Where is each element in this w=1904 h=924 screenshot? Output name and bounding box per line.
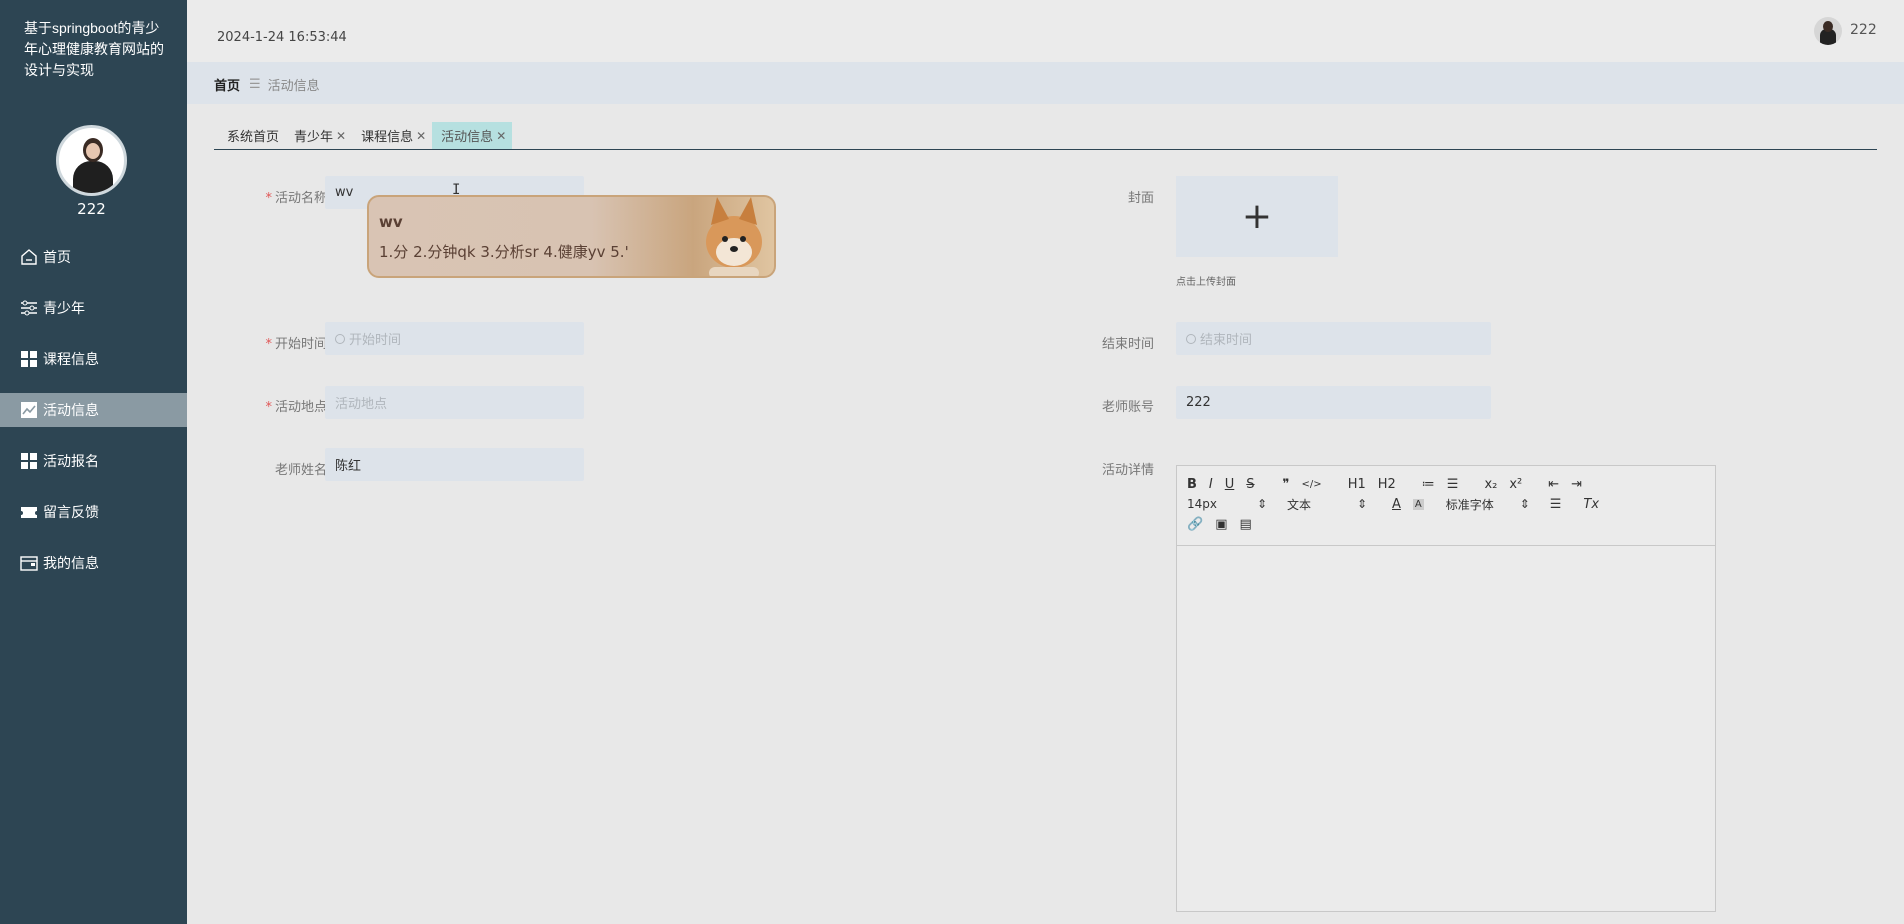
teacher-account-input[interactable]: 222 xyxy=(1176,386,1491,419)
align-icon[interactable]: ☰ xyxy=(1550,497,1562,512)
cover-upload-hint: 点击上传封面 xyxy=(1176,277,1236,288)
font-size-select[interactable]: 14px ⇕ xyxy=(1187,497,1267,511)
clock-icon xyxy=(335,333,345,344)
ime-typed-text: wv xyxy=(379,213,403,231)
close-icon[interactable]: ✕ xyxy=(496,129,506,143)
teacher-name-input[interactable]: 陈红 xyxy=(325,448,584,481)
home-icon xyxy=(20,248,38,266)
sidebar-item-home[interactable]: 首页 xyxy=(0,240,187,274)
sort-icon: ⇕ xyxy=(1256,497,1267,511)
grid-icon xyxy=(20,452,38,470)
teacher-account-label: 老师账号 xyxy=(1101,400,1154,415)
end-time-label: 结束时间 xyxy=(1101,337,1154,352)
background-color-button[interactable]: A xyxy=(1412,498,1424,510)
tab-activities[interactable]: 活动信息 ✕ xyxy=(432,122,513,149)
activity-name-label: * 活动名称 xyxy=(265,191,327,206)
strike-button[interactable]: S xyxy=(1246,477,1254,492)
sidebar-item-signup[interactable]: 活动报名 xyxy=(0,444,187,478)
sidebar-item-label: 青少年 xyxy=(43,301,85,317)
bullet-list-button[interactable]: ☰ xyxy=(1447,477,1459,492)
font-color-button[interactable]: A xyxy=(1392,497,1401,512)
subscript-button[interactable]: x₂ xyxy=(1484,477,1497,492)
font-family-select[interactable]: 标准字体 ⇕ xyxy=(1446,496,1530,513)
superscript-button[interactable]: x² xyxy=(1509,477,1522,492)
editor-content-area[interactable] xyxy=(1177,546,1715,911)
main-area: 2024-1-24 16:53:44 222 首页 ☰ 活动信息 系统首页 青少… xyxy=(187,0,1904,924)
shiba-dog-icon xyxy=(706,197,762,276)
cover-upload-button[interactable]: + xyxy=(1176,176,1338,257)
rich-text-editor: B I U S ❞ </> H1 H2 ≔ ☰ x₂ x² ⇤ ⇥ 14px⇕ xyxy=(1176,465,1716,912)
breadcrumb: 首页 ☰ 活动信息 xyxy=(214,75,320,94)
user-avatar[interactable] xyxy=(1814,17,1842,45)
plus-icon: + xyxy=(1241,195,1273,237)
wallet-icon xyxy=(20,554,38,572)
header-username[interactable]: 222 xyxy=(1850,22,1877,38)
clear-format-icon[interactable]: Tx xyxy=(1583,497,1599,512)
breadcrumb-separator-icon: ☰ xyxy=(249,77,261,92)
blockquote-button[interactable]: ❞ xyxy=(1283,477,1290,492)
sidebar-item-label: 我的信息 xyxy=(43,556,99,572)
close-icon[interactable]: ✕ xyxy=(416,129,426,143)
h1-button[interactable]: H1 xyxy=(1348,477,1366,492)
sidebar-item-feedback[interactable]: 留言反馈 xyxy=(0,495,187,529)
tab-youth[interactable]: 青少年 ✕ xyxy=(285,122,352,149)
site-title: 基于springboot的青少年心理健康教育网站的设计与实现 xyxy=(24,20,164,78)
tab-courses[interactable]: 课程信息 ✕ xyxy=(352,122,432,149)
video-icon[interactable]: ▤ xyxy=(1239,517,1251,532)
h2-button[interactable]: H2 xyxy=(1378,477,1396,492)
sidebar-item-label: 活动信息 xyxy=(43,403,99,419)
sidebar-item-profile[interactable]: 我的信息 xyxy=(0,546,187,580)
sliders-icon xyxy=(20,299,38,317)
ime-candidate-popup: wv 1.分 2.分钟qk 3.分析sr 4.健康yv 5.' xyxy=(367,195,776,278)
breadcrumb-home[interactable]: 首页 xyxy=(214,75,240,94)
start-time-label: * 开始时间 xyxy=(265,337,327,352)
clock-icon xyxy=(1186,333,1196,344)
content-card: 系统首页 青少年 ✕ 课程信息 ✕ 活动信息 ✕ * 活动名称 wv I * 开始时间 开… xyxy=(214,106,1877,924)
sidebar: 基于springboot的青少年心理健康教育网站的设计与实现 222 首页 青少… xyxy=(0,0,187,924)
sidebar-item-activities[interactable]: 活动信息 xyxy=(0,393,187,427)
sidebar-item-youth[interactable]: 青少年 xyxy=(0,291,187,325)
sidebar-item-label: 活动报名 xyxy=(43,454,99,470)
sidebar-item-label: 课程信息 xyxy=(43,352,99,368)
sidebar-item-label: 留言反馈 xyxy=(43,505,99,521)
close-icon[interactable]: ✕ xyxy=(336,129,346,143)
cover-label: 封面 xyxy=(1127,191,1154,206)
chart-icon xyxy=(20,401,38,419)
breadcrumb-current: 活动信息 xyxy=(267,79,320,94)
datetime-display: 2024-1-24 16:53:44 xyxy=(217,30,347,45)
place-label: * 活动地点 xyxy=(265,400,327,415)
link-icon[interactable]: 🔗 xyxy=(1187,517,1203,532)
sidebar-nav: 首页 青少年 课程信息 活动信息 活动报名 留言反馈 我的信息 xyxy=(0,240,187,597)
start-time-input[interactable]: 开始时间 xyxy=(325,322,584,355)
ordered-list-button[interactable]: ≔ xyxy=(1422,477,1435,492)
place-input[interactable]: 活动地点 xyxy=(325,386,584,419)
sidebar-avatar[interactable] xyxy=(56,125,127,196)
tab-bar: 系统首页 青少年 ✕ 课程信息 ✕ 活动信息 ✕ xyxy=(214,122,1877,150)
grid-icon xyxy=(20,350,38,368)
top-bar: 2024-1-24 16:53:44 222 xyxy=(187,0,1904,62)
ticket-icon xyxy=(20,503,38,521)
bold-button[interactable]: B xyxy=(1187,477,1197,492)
sidebar-item-courses[interactable]: 课程信息 xyxy=(0,342,187,376)
sidebar-username: 222 xyxy=(77,200,106,218)
sidebar-item-label: 首页 xyxy=(43,250,71,266)
ime-candidates[interactable]: 1.分 2.分钟qk 3.分析sr 4.健康yv 5.' xyxy=(379,241,629,262)
underline-button[interactable]: U xyxy=(1225,477,1235,492)
image-icon[interactable]: ▣ xyxy=(1215,517,1227,532)
teacher-name-label: 老师姓名 xyxy=(274,463,327,478)
editor-toolbar: B I U S ❞ </> H1 H2 ≔ ☰ x₂ x² ⇤ ⇥ 14px⇕ xyxy=(1177,466,1715,546)
end-time-input[interactable]: 结束时间 xyxy=(1176,322,1491,355)
italic-button[interactable]: I xyxy=(1209,477,1213,492)
tab-system-home[interactable]: 系统首页 xyxy=(218,122,285,149)
sort-icon: ⇕ xyxy=(1356,497,1367,511)
indent-button[interactable]: ⇥ xyxy=(1571,477,1582,492)
paragraph-select[interactable]: 文本 ⇕ xyxy=(1287,496,1367,513)
outdent-button[interactable]: ⇤ xyxy=(1548,477,1559,492)
sort-icon: ⇕ xyxy=(1519,497,1530,511)
code-block-button[interactable]: </> xyxy=(1302,479,1322,490)
detail-label: 活动详情 xyxy=(1101,463,1154,478)
breadcrumb-bar: 首页 ☰ 活动信息 xyxy=(187,62,1904,104)
